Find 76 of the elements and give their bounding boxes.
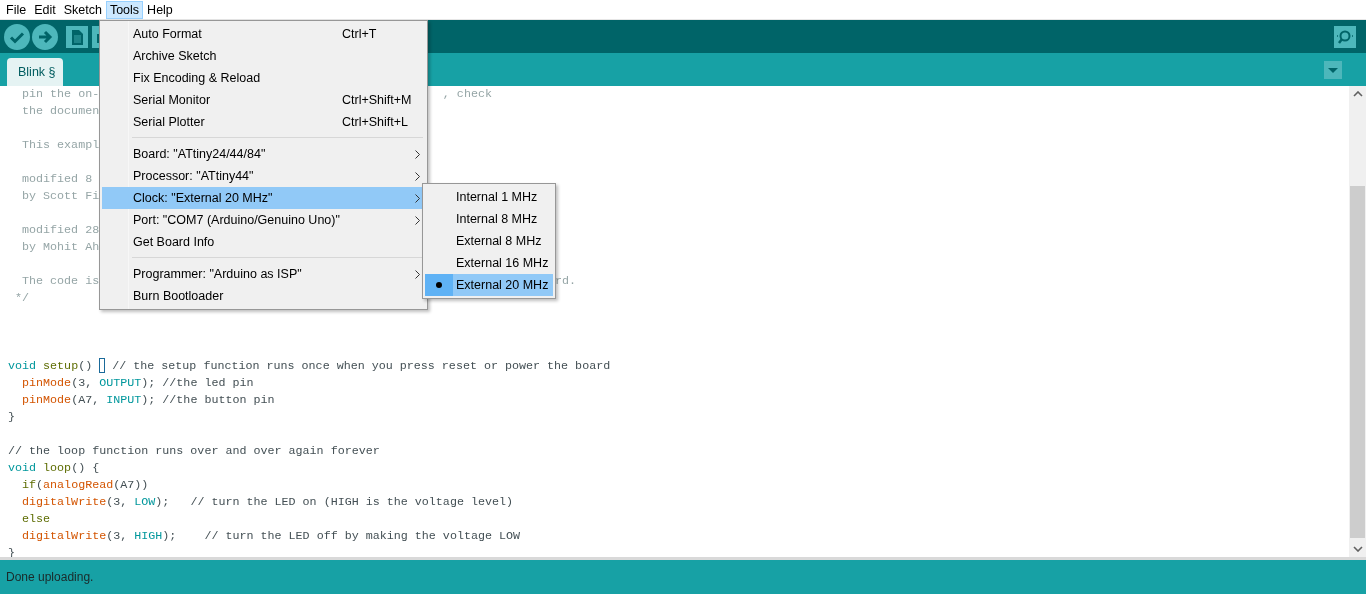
menu-item-label: External 8 MHz — [456, 234, 542, 248]
chevron-right-icon — [415, 270, 420, 279]
menu-item[interactable]: Serial Plotter Ctrl+Shift+L — [102, 111, 425, 133]
menu-item-label: Burn Bootloader — [133, 289, 224, 303]
menu-item-label: Serial Plotter — [133, 115, 205, 129]
menu-item-label: Archive Sketch — [133, 49, 217, 63]
code-line: This exampl — [21, 138, 100, 152]
menu-item[interactable]: External 16 MHz — [425, 252, 553, 274]
menu-item[interactable]: External 8 MHz — [425, 230, 553, 252]
menu-item-label: Fix Encoding & Reload — [133, 71, 261, 85]
code-line: , check — [442, 86, 492, 103]
menu-item[interactable]: Internal 8 MHz — [425, 208, 553, 230]
menu-item[interactable]: Clock: "External 20 MHz" — [102, 187, 425, 209]
menu-item[interactable]: Serial Monitor Ctrl+Shift+M — [102, 89, 425, 111]
menu-item[interactable]: Programmer: "Arduino as ISP" — [102, 263, 425, 285]
code-line: modified 28 — [21, 223, 100, 237]
menu-item-label: Port: "COM7 (Arduino/Genuino Uno)" — [133, 213, 340, 227]
menu-bar-item[interactable]: Tools — [105, 0, 144, 19]
menu-item-label: Programmer: "Arduino as ISP" — [133, 267, 302, 281]
code-line: by Scott Fi — [21, 189, 100, 203]
editor-tab[interactable]: Blink § — [7, 58, 63, 86]
menu-item-label: Get Board Info — [133, 235, 215, 249]
menu-item[interactable]: Fix Encoding & Reload — [102, 67, 425, 89]
menu-item-label: Internal 8 MHz — [456, 212, 538, 226]
code-line: pinMode(3, OUTPUT); //the led pin — [21, 376, 254, 390]
menu-item[interactable]: Internal 1 MHz — [425, 186, 553, 208]
menu-item-label: External 16 MHz — [456, 256, 549, 270]
code-line: pin the on- — [21, 87, 100, 101]
code-line: if(analogRead(A7)) — [21, 478, 149, 492]
menu-item[interactable]: Burn Bootloader — [102, 285, 425, 307]
menu-item[interactable]: Port: "COM7 (Arduino/Genuino Uno)" — [102, 209, 425, 231]
menu-item-label: Internal 1 MHz — [456, 190, 538, 204]
code-line: the documen — [21, 104, 100, 118]
menu-bar-item[interactable]: Sketch — [59, 0, 106, 19]
menu-item-label: Board: "ATtiny24/44/84" — [133, 147, 266, 161]
code-line: */ — [14, 291, 30, 305]
menu-bar-item[interactable]: Help — [143, 0, 177, 19]
code-line: by Mohit Ah — [21, 240, 100, 254]
shortcut-text: Ctrl+Shift+M — [342, 93, 412, 107]
menu-item[interactable]: External 20 MHz — [425, 274, 553, 296]
menu-item[interactable]: Processor: "ATtiny44" — [102, 165, 425, 187]
shortcut-text: Ctrl+Shift+L — [342, 115, 408, 129]
chevron-right-icon — [415, 172, 420, 181]
scrollbar[interactable] — [1349, 86, 1366, 557]
code-line: else — [21, 512, 51, 526]
code-line: digitalWrite(3, LOW); // turn the LED on (HIGH is the voltage level) — [21, 495, 513, 509]
checkmark-icon[interactable] — [4, 23, 30, 50]
menu-item-label: Clock: "External 20 MHz" — [133, 191, 273, 205]
menu-item[interactable]: Auto Format Ctrl+T — [102, 23, 425, 45]
code-line: pinMode(A7, INPUT); //the button pin — [21, 393, 275, 407]
menu-item[interactable]: Board: "ATtiny24/44/84" — [102, 143, 425, 165]
document-icon[interactable] — [66, 25, 88, 48]
chevron-right-icon — [415, 194, 420, 203]
scrollbar-thumb[interactable] — [1350, 185, 1365, 538]
code-line: } — [8, 410, 15, 424]
status-message: Done uploading. — [6, 570, 94, 584]
chevron-right-icon — [415, 150, 420, 159]
code-line: digitalWrite(3, HIGH); // turn the LED off by making the voltage LOW — [21, 529, 521, 543]
code-line: rd. — [555, 273, 577, 290]
menu-item-label: Auto Format — [133, 27, 202, 41]
code-line: void setup() // the setup function runs once when you press reset or power the board — [8, 359, 611, 373]
dropdown-icon[interactable] — [1324, 60, 1342, 79]
magnifier-icon[interactable] — [1334, 25, 1356, 48]
menu-item-label: Serial Monitor — [133, 93, 211, 107]
menu-bar-item[interactable]: Edit — [30, 0, 60, 19]
code-line: modified 8 — [21, 172, 93, 186]
menu-item-label: Processor: "ATtiny44" — [133, 169, 254, 183]
chevron-right-icon — [415, 216, 420, 225]
code-line: // the loop function runs over and over again forever — [8, 444, 380, 458]
menu-bar-item[interactable]: File — [2, 0, 31, 19]
code-line: void loop() { — [8, 461, 100, 475]
menu-item-label: External 20 MHz — [456, 278, 549, 292]
menu-item[interactable]: Get Board Info — [102, 231, 425, 253]
code-line: The code is — [21, 274, 100, 288]
shortcut-text: Ctrl+T — [342, 27, 377, 41]
menu-item[interactable]: Archive Sketch — [102, 45, 425, 67]
